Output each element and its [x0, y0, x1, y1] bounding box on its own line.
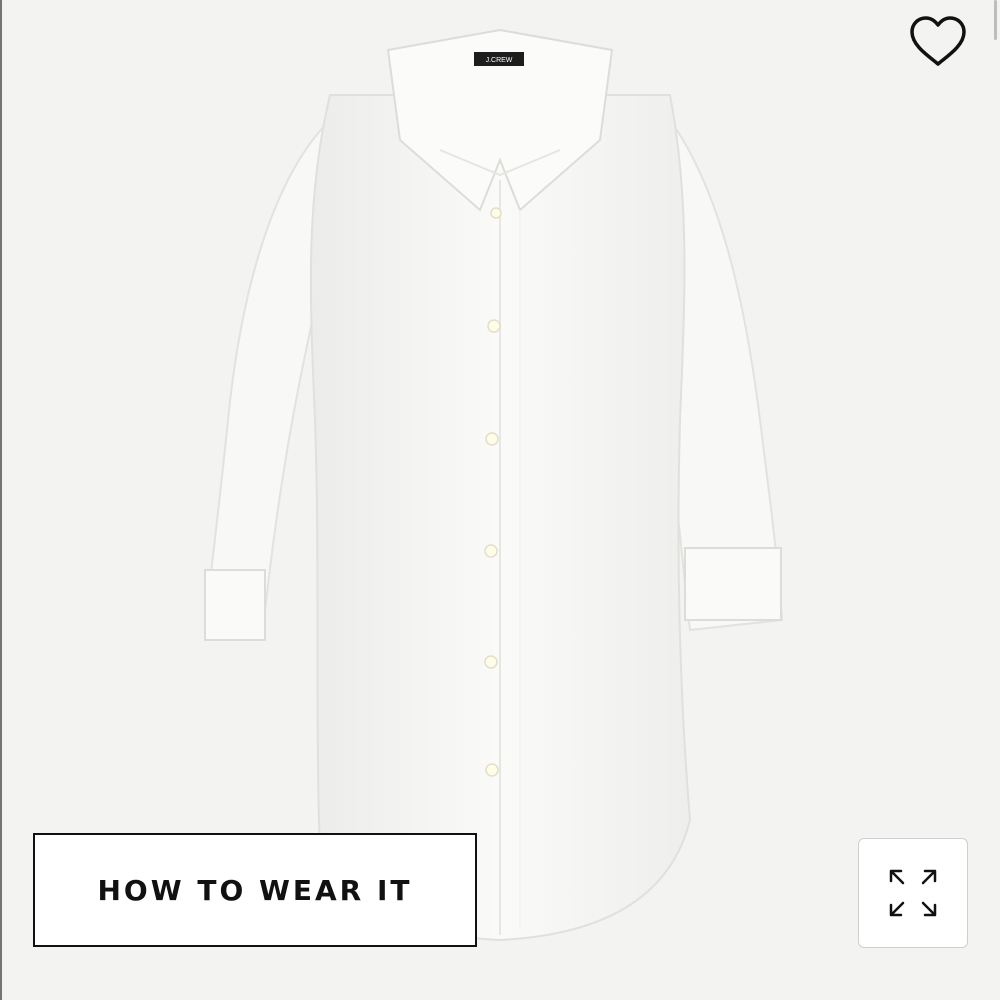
- favorite-button[interactable]: [906, 12, 970, 72]
- how-to-wear-label: HOW TO WEAR IT: [97, 873, 413, 907]
- scrollbar[interactable]: [994, 0, 997, 40]
- zoom-button[interactable]: [858, 838, 968, 948]
- expand-icon: [889, 869, 937, 917]
- heart-icon: [910, 16, 966, 66]
- page-edge: [0, 0, 2, 1000]
- how-to-wear-button[interactable]: HOW TO WEAR IT: [33, 833, 477, 947]
- brand-label: J.CREW: [486, 57, 513, 64]
